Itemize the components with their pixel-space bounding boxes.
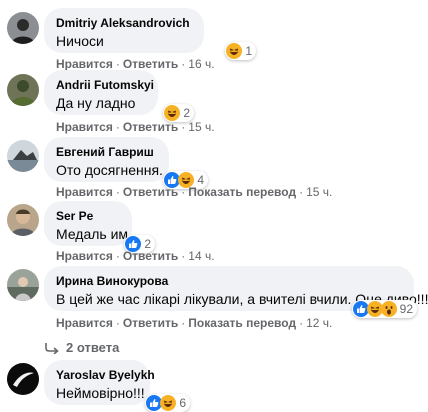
comment-author[interactable]: Ирина Винокурова [56,273,402,289]
like-link[interactable]: Нравится [56,57,113,71]
comment-actions: Нравится · Ответить · Показать перевод · 12 ч. [56,316,333,330]
comment-text: Ото досягнення. [56,162,163,178]
timestamp[interactable]: 15 ч. [306,185,332,199]
haha-icon [164,105,181,121]
avatar[interactable] [7,74,39,106]
reaction-summary[interactable]: 92 [351,300,417,318]
comment-text: Ничоси [56,33,104,49]
reaction-count: 92 [399,302,413,316]
avatar[interactable] [7,363,39,395]
comment-actions: Нравится · Ответить · 16 ч. [56,57,215,71]
like-link[interactable]: Нравится [56,249,113,263]
reply-link[interactable]: Ответить [123,185,178,199]
timestamp[interactable]: 14 ч. [188,249,214,263]
view-replies-button[interactable]: 2 ответа [44,340,119,355]
timestamp[interactable]: 15 ч. [188,120,214,134]
avatar[interactable] [7,140,39,172]
comment-author[interactable]: Евгений Гавриш [56,144,157,160]
comment-bubble: Ser Pe Медаль им 2 [44,201,155,253]
reaction-summary[interactable]: 1 [225,42,256,60]
reply-link[interactable]: Ответить [123,57,178,71]
comment-bubble: Евгений Гавриш Ото досягнення. 4 [44,137,208,189]
like-link[interactable]: Нравится [56,120,113,134]
reaction-count: 2 [183,106,190,120]
comment-actions: Нравится · Ответить · 14 ч. [56,249,215,263]
avatar[interactable] [7,204,39,236]
show-translation-link[interactable]: Показать перевод [188,185,296,199]
comment-actions: Нравится · Ответить · 15 ч. [56,120,215,134]
comment-author[interactable]: Ser Pe [56,208,120,224]
wow-icon [380,301,397,317]
reply-arrow-icon [45,342,59,354]
comment-bubble: Yaroslav Byelykh Неймовірно!!! 6 [44,360,190,412]
show-translation-link[interactable]: Показать перевод [188,316,296,330]
avatar[interactable] [7,269,39,301]
reaction-summary[interactable]: 6 [145,394,190,412]
like-link[interactable]: Нравится [56,316,113,330]
comment-bubble: Ирина Винокурова В цей же час лікарі лік… [44,266,428,318]
timestamp[interactable]: 12 ч. [306,316,332,330]
comment-bubble: Dmitriy Aleksandrovich Ничоси 1 [44,8,256,60]
reply-link[interactable]: Ответить [123,316,178,330]
reply-link[interactable]: Ответить [123,249,178,263]
haha-icon [226,43,243,59]
comment-text: В цей же час лікарі лікували, а вчителі … [56,291,428,307]
reaction-count: 6 [179,396,186,410]
reaction-count: 1 [245,44,252,58]
comment-text: Медаль им [56,226,129,242]
comment-author[interactable]: Dmitriy Aleksandrovich [56,15,192,31]
like-link[interactable]: Нравится [56,185,113,199]
replies-count-label: 2 ответа [66,340,120,355]
reply-link[interactable]: Ответить [123,120,178,134]
haha-icon [160,395,177,411]
comment-text: Неймовірно!!! [56,385,145,401]
comment-text: Да ну ладно [56,95,136,111]
avatar[interactable] [7,12,39,44]
comment-author[interactable]: Andrii Futomskyi [56,77,154,93]
comment-actions: Нравится · Ответить · Показать перевод · 15 ч. [56,185,333,199]
comment-bubble: Andrii Futomskyi Да ну ладно 2 [44,70,194,122]
timestamp[interactable]: 16 ч. [188,57,214,71]
comment-author[interactable]: Yaroslav Byelykh [56,367,155,383]
